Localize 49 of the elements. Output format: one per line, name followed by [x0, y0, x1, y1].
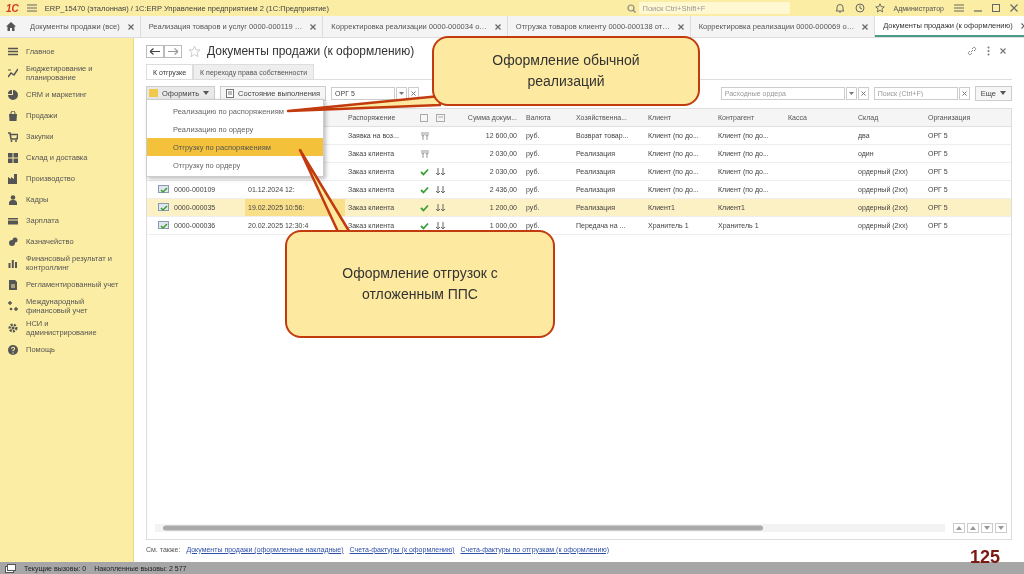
- card-icon[interactable]: [8, 215, 18, 226]
- double-arrow-icon: [436, 221, 446, 230]
- star-icon[interactable]: [875, 3, 886, 13]
- check-column-icon[interactable]: [420, 113, 428, 122]
- gear-icon[interactable]: [8, 323, 18, 333]
- clear-icon[interactable]: [958, 86, 970, 100]
- person-icon[interactable]: [8, 194, 18, 205]
- link-icon[interactable]: [967, 46, 977, 56]
- double-arrow-icon: [436, 185, 446, 194]
- dropdown-icon[interactable]: [845, 86, 857, 100]
- home-icon[interactable]: [6, 22, 16, 31]
- grid-icon[interactable]: [8, 152, 18, 163]
- fork-icon: [420, 149, 430, 158]
- logo: 1С: [6, 2, 19, 14]
- more-icon[interactable]: [987, 46, 990, 56]
- document-icon[interactable]: [8, 279, 18, 290]
- factory-icon[interactable]: [8, 173, 18, 184]
- back-arrow-icon[interactable]: [146, 44, 164, 58]
- folder-icon: [149, 89, 158, 97]
- form-title: Документы продажи (к оформлению): [207, 44, 415, 58]
- bell-icon[interactable]: [835, 3, 846, 13]
- fork-icon: [420, 131, 430, 140]
- search-icon[interactable]: [627, 3, 637, 13]
- coins-icon[interactable]: [8, 236, 18, 247]
- help-icon[interactable]: [8, 344, 18, 355]
- clear-icon[interactable]: [857, 86, 869, 100]
- page-down-icon[interactable]: [981, 523, 993, 533]
- document-check-icon: [158, 203, 169, 212]
- maximize-icon[interactable]: [992, 4, 1000, 12]
- scrollbar-drawing[interactable]: [155, 524, 945, 532]
- cart-icon[interactable]: [8, 131, 18, 142]
- callout-tooltip: Оформление обычной реализаций: [432, 36, 700, 106]
- list-icon[interactable]: [8, 46, 18, 57]
- document-check-icon: [158, 185, 169, 194]
- double-arrow-icon: [436, 167, 446, 176]
- double-arrow-icon: [436, 203, 446, 212]
- bar-chart-icon[interactable]: [8, 258, 18, 268]
- line-chart-icon[interactable]: [8, 68, 18, 78]
- page-up-icon[interactable]: [967, 523, 979, 533]
- caret-icon: [203, 91, 210, 95]
- caret-icon: [1000, 91, 1006, 95]
- window-icon[interactable]: [5, 563, 16, 573]
- last-page-icon[interactable]: [995, 523, 1007, 533]
- first-page-icon[interactable]: [953, 523, 965, 533]
- document-check-icon: [158, 221, 169, 230]
- slide-number: 125: [969, 547, 1000, 568]
- pie-chart-icon[interactable]: [8, 89, 18, 100]
- history-icon[interactable]: [855, 3, 866, 13]
- bag-icon[interactable]: [8, 110, 18, 121]
